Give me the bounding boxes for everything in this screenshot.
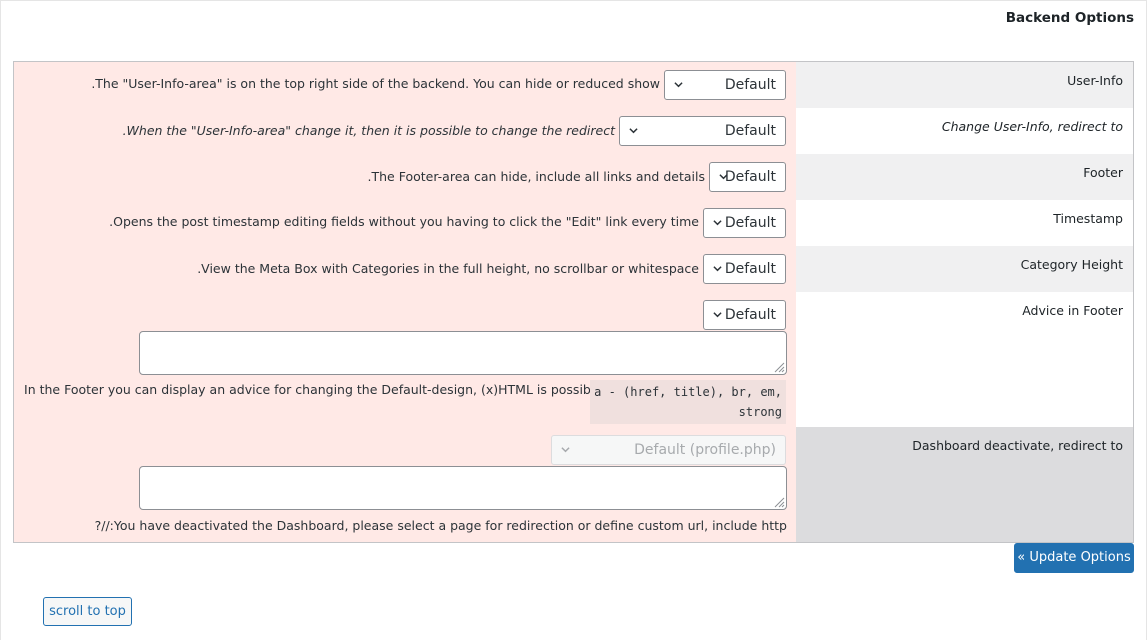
change-user-info-label: Change User-Info, redirect to (796, 108, 1133, 154)
option-field-cell: Default In the Footer you can display an… (14, 292, 796, 427)
option-row-timestamp: .Opens the post timestamp editing fields… (14, 200, 1133, 246)
scroll-to-top-button[interactable]: scroll to top (43, 597, 132, 626)
footer-select[interactable]: Default (709, 162, 786, 192)
resize-grip-icon[interactable] (773, 361, 785, 373)
allowed-tags-line-1: a - (href, title), br, em, (594, 385, 782, 399)
option-field-cell: .The Footer-area can hide, include all l… (14, 154, 796, 200)
page-top-border (0, 0, 1147, 1)
chevron-down-icon (713, 266, 722, 272)
select-value: Default (724, 77, 776, 93)
update-options-button[interactable]: « Update Options (1014, 543, 1134, 573)
change-user-info-description: .When the "User-Info-area" change it, th… (122, 123, 615, 138)
timestamp-label: Timestamp (796, 200, 1133, 246)
footer-label: Footer (796, 154, 1133, 200)
timestamp-select[interactable]: Default (703, 208, 786, 238)
select-value: Default (724, 169, 776, 185)
dashboard-deactivate-description: ?//:You have deactivated the Dashboard, … (94, 518, 787, 533)
allowed-tags-code: a - (href, title), br, em, strong (590, 380, 786, 424)
advice-footer-label: Advice in Footer (796, 292, 1133, 427)
option-row-category-height: .View the Meta Box with Categories in th… (14, 246, 1133, 292)
advice-footer-textarea[interactable] (139, 331, 787, 375)
option-row-dashboard-deactivate: Default (profile.php) ?//:You have deact… (14, 427, 1133, 542)
resize-grip-icon[interactable] (773, 496, 785, 508)
page-left-border (0, 0, 1, 640)
dashboard-redirect-textarea[interactable] (139, 466, 787, 510)
options-table: .The "User-Info-area" is on the top righ… (13, 61, 1134, 543)
user-info-select[interactable]: Default (664, 70, 786, 100)
category-height-label: Category Height (796, 246, 1133, 292)
change-user-info-select[interactable]: Default (619, 116, 786, 146)
option-row-advice-footer: Default In the Footer you can display an… (14, 292, 1133, 427)
option-row-footer: .The Footer-area can hide, include all l… (14, 154, 1133, 200)
chevron-down-icon (561, 447, 570, 453)
dashboard-deactivate-label: Dashboard deactivate, redirect to (796, 427, 1133, 542)
timestamp-description: .Opens the post timestamp editing fields… (109, 214, 699, 229)
select-value: Default (profile.php) (634, 442, 776, 458)
footer-description: .The Footer-area can hide, include all l… (367, 169, 706, 184)
category-height-select[interactable]: Default (703, 254, 786, 284)
option-field-cell: .View the Meta Box with Categories in th… (14, 246, 796, 292)
select-value: Default (724, 215, 776, 231)
option-row-change-user-info: .When the "User-Info-area" change it, th… (14, 108, 1133, 154)
chevron-down-icon (713, 312, 722, 318)
option-field-cell: Default (profile.php) ?//:You have deact… (14, 427, 796, 542)
user-info-description: .The "User-Info-area" is on the top righ… (91, 76, 660, 91)
option-row-user-info: .The "User-Info-area" is on the top righ… (14, 62, 1133, 108)
option-field-cell: .Opens the post timestamp editing fields… (14, 200, 796, 246)
chevron-down-icon (629, 128, 638, 134)
category-height-description: .View the Meta Box with Categories in th… (197, 261, 699, 276)
select-value: Default (724, 307, 776, 323)
chevron-down-icon (713, 220, 722, 226)
allowed-tags-line-2: strong (738, 405, 782, 419)
option-field-cell: .When the "User-Info-area" change it, th… (14, 108, 796, 154)
section-title: Backend Options (1005, 10, 1134, 26)
dashboard-redirect-select[interactable]: Default (profile.php) (551, 435, 786, 465)
select-value: Default (724, 123, 776, 139)
select-value: Default (724, 261, 776, 277)
option-field-cell: .The "User-Info-area" is on the top righ… (14, 62, 796, 108)
chevron-down-icon (674, 82, 683, 88)
advice-footer-select[interactable]: Default (703, 300, 786, 330)
advice-footer-description: In the Footer you can display an advice … (24, 382, 606, 397)
user-info-label: User-Info (796, 62, 1133, 108)
